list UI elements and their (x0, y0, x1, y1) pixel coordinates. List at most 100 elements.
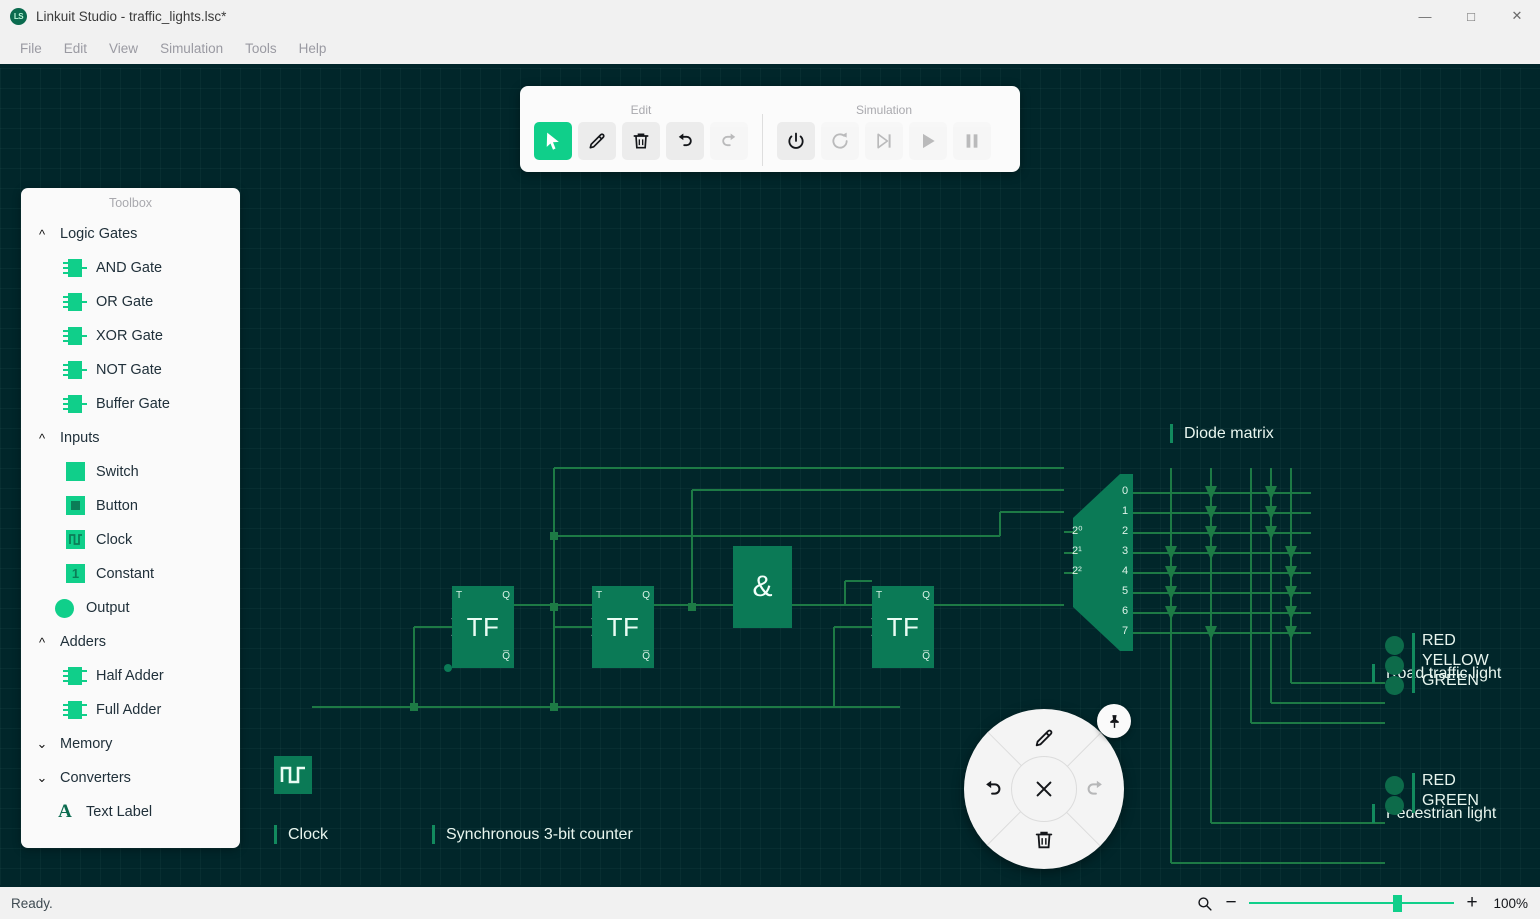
trash-icon (633, 133, 649, 149)
toolbox-item-buffer-gate[interactable]: Buffer Gate (21, 387, 240, 421)
output-led-ped-green[interactable] (1385, 796, 1404, 815)
decoder-output-3: 3 (1122, 545, 1129, 557)
radial-edit-button[interactable] (1027, 721, 1061, 755)
minimize-icon[interactable]: — (1402, 0, 1448, 32)
menu-item-view[interactable]: View (98, 37, 149, 60)
toolbar-edit-group: Edit (534, 103, 748, 172)
tf-flipflop-1-label: TF (466, 611, 500, 642)
pencil-icon (1035, 729, 1053, 747)
menu-item-edit[interactable]: Edit (53, 37, 98, 60)
label-diode-matrix-text: Diode matrix (1184, 424, 1274, 442)
menu-item-simulation[interactable]: Simulation (149, 37, 234, 60)
radial-close-button[interactable] (1011, 756, 1077, 822)
select-tool-button[interactable] (534, 122, 572, 160)
delete-tool-button[interactable] (622, 122, 660, 160)
radial-undo-button[interactable] (976, 772, 1010, 806)
toolbox-item-button-label: Button (96, 498, 138, 514)
toolbox-item-or-gate-label: OR Gate (96, 294, 154, 310)
decoder-output-5: 5 (1122, 585, 1129, 597)
pause-button (953, 122, 991, 160)
toolbox-item-switch-label: Switch (96, 464, 139, 480)
pin-t: T (596, 590, 603, 601)
pin-q: Q (922, 590, 930, 601)
decoder-output-4: 4 (1122, 565, 1129, 577)
label-counter: Synchronous 3-bit counter (432, 825, 633, 844)
output-led-ped-red[interactable] (1385, 776, 1404, 795)
toolbox-item-button[interactable]: Button (21, 489, 240, 523)
toolbox-group-adders-label: Adders (60, 634, 106, 650)
toolbox-group-memory[interactable]: ⌄ Memory (21, 727, 240, 761)
tf-flipflop-1[interactable]: TF T Q Q̅ (452, 586, 514, 668)
and-gate[interactable]: & (733, 546, 792, 628)
maximize-icon[interactable]: □ (1448, 0, 1494, 32)
step-forward-icon (877, 133, 891, 149)
radial-context-menu[interactable] (964, 704, 1131, 869)
decoder-output-0: 0 (1122, 485, 1129, 497)
toolbox-item-switch[interactable]: Switch (21, 455, 240, 489)
status-bar: Ready. − + 100% (0, 887, 1540, 919)
menu-item-file[interactable]: File (9, 37, 53, 60)
toolbox-group-adders[interactable]: ^ Adders (21, 625, 240, 659)
tf-flipflop-2-label: TF (606, 611, 640, 642)
text-label-icon: A (58, 801, 72, 822)
undo-button[interactable] (666, 122, 704, 160)
label-marker (1372, 804, 1375, 823)
road-lamps-marker (1412, 633, 1415, 693)
decoder-output-1: 1 (1122, 505, 1129, 517)
zoom-out-button[interactable]: − (1224, 892, 1238, 914)
menu-item-tools[interactable]: Tools (234, 37, 288, 60)
reset-icon (832, 132, 848, 149)
toolbox-group-inputs-label: Inputs (60, 430, 100, 446)
toolbox-item-not-gate[interactable]: NOT Gate (21, 353, 240, 387)
toolbox-item-half-adder[interactable]: Half Adder (21, 659, 240, 693)
radial-pin-button[interactable] (1097, 704, 1131, 738)
output-led-road-red[interactable] (1385, 636, 1404, 655)
chevron-down-icon: ⌄ (36, 736, 48, 751)
toolbox-item-output[interactable]: Output (21, 591, 240, 625)
zoom-slider-thumb[interactable] (1393, 895, 1402, 912)
pin-q: Q (502, 590, 510, 601)
close-icon[interactable]: ✕ (1494, 0, 1540, 32)
label-counter-text: Synchronous 3-bit counter (446, 825, 633, 843)
toolbox-group-converters[interactable]: ⌄ Converters (21, 761, 240, 795)
radial-redo-button (1078, 772, 1112, 806)
toolbox-item-clock[interactable]: Clock (21, 523, 240, 557)
toolbox-item-constant[interactable]: 1 Constant (21, 557, 240, 591)
toolbox-item-or-gate[interactable]: OR Gate (21, 285, 240, 319)
output-led-road-green[interactable] (1385, 676, 1404, 695)
zoom-slider[interactable] (1249, 895, 1454, 912)
clock-component[interactable] (274, 756, 312, 794)
output-label-road-yellow: YELLOW (1422, 652, 1489, 669)
pin-t: T (876, 590, 883, 601)
draw-wire-tool-button[interactable] (578, 122, 616, 160)
output-circle-icon (53, 598, 77, 618)
tf-flipflop-2[interactable]: TF T Q Q̅ (592, 586, 654, 668)
toolbox-item-text-label[interactable]: A Text Label (21, 795, 240, 829)
toolbox-item-full-adder[interactable]: Full Adder (21, 693, 240, 727)
power-button[interactable] (777, 122, 815, 160)
zoom-slider-track (1249, 902, 1454, 904)
magnifier-icon[interactable] (1196, 895, 1213, 912)
zoom-in-button[interactable]: + (1465, 892, 1479, 914)
label-clock: Clock (274, 825, 328, 844)
window-title: Linkuit Studio - traffic_lights.lsc* (36, 8, 227, 24)
decoder-output-7: 7 (1122, 625, 1129, 637)
toolbox-item-xor-gate[interactable]: XOR Gate (21, 319, 240, 353)
gate-icon (63, 292, 87, 312)
floating-toolbar: Edit Simulation (520, 86, 1020, 172)
cursor-arrow-icon (546, 132, 559, 150)
status-message: Ready. (11, 895, 53, 911)
toolbox-item-constant-label: Constant (96, 566, 155, 582)
button-icon (63, 496, 87, 516)
menu-item-help[interactable]: Help (288, 37, 338, 60)
chevron-up-icon: ^ (38, 226, 46, 242)
toolbox-group-logic-gates[interactable]: ^ Logic Gates (21, 217, 240, 251)
toolbox-group-inputs[interactable]: ^ Inputs (21, 421, 240, 455)
toolbox-item-output-label: Output (86, 600, 130, 616)
menu-bar: File Edit View Simulation Tools Help (0, 32, 1540, 66)
radial-delete-button[interactable] (1027, 823, 1061, 857)
label-marker (432, 825, 435, 844)
tf-flipflop-3[interactable]: TF T Q Q̅ (872, 586, 934, 668)
toolbox-item-and-gate[interactable]: AND Gate (21, 251, 240, 285)
output-led-road-yellow[interactable] (1385, 656, 1404, 675)
